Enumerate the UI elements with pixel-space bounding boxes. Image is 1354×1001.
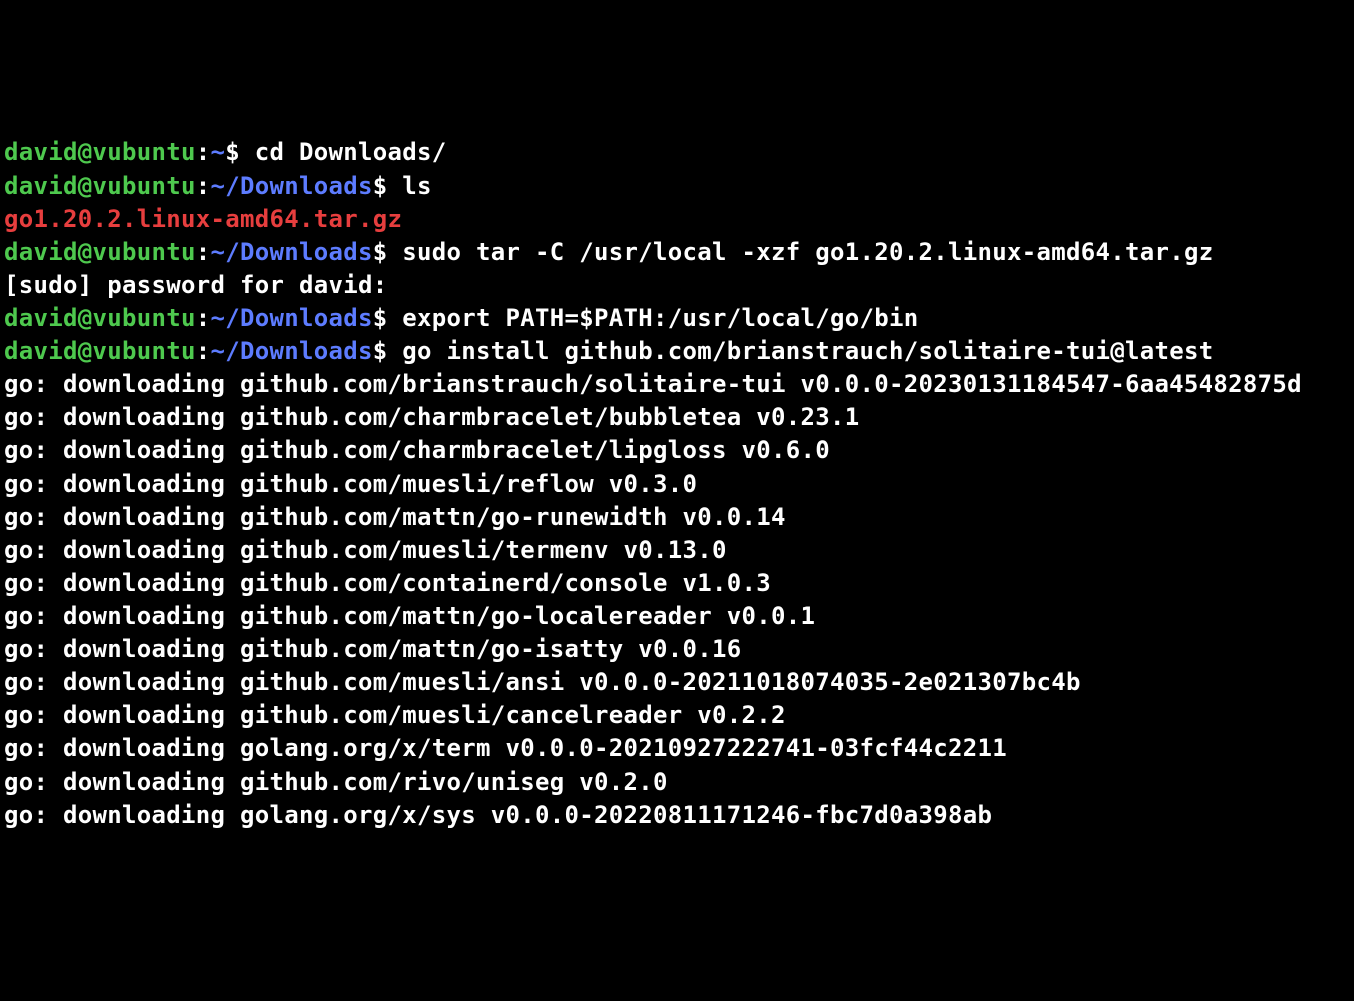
ls-output: go1.20.2.linux-amd64.tar.gz (4, 203, 1350, 236)
user-host: david@vubuntu (4, 337, 196, 365)
download-line: go: downloading golang.org/x/term v0.0.0… (4, 732, 1350, 765)
sudo-prompt: [sudo] password for david: (4, 269, 1350, 302)
user-host: david@vubuntu (4, 304, 196, 332)
path: ~/Downloads (211, 304, 373, 332)
download-line: go: downloading github.com/mattn/go-loca… (4, 600, 1350, 633)
download-line: go: downloading github.com/muesli/cancel… (4, 699, 1350, 732)
prompt-line-3: david@vubuntu:~/Downloads$ sudo tar -C /… (4, 236, 1350, 269)
prompt-line-1: david@vubuntu:~$ cd Downloads/ (4, 136, 1350, 169)
download-line: go: downloading golang.org/x/sys v0.0.0-… (4, 799, 1350, 832)
download-line: go: downloading github.com/charmbracelet… (4, 434, 1350, 467)
path: ~/Downloads (211, 337, 373, 365)
command: sudo tar -C /usr/local -xzf go1.20.2.lin… (402, 238, 1213, 266)
prompt-line-4: david@vubuntu:~/Downloads$ export PATH=$… (4, 302, 1350, 335)
download-line: go: downloading github.com/muesli/termen… (4, 534, 1350, 567)
path: ~/Downloads (211, 238, 373, 266)
prompt-line-2: david@vubuntu:~/Downloads$ ls (4, 170, 1350, 203)
user-host: david@vubuntu (4, 238, 196, 266)
command: export PATH=$PATH:/usr/local/go/bin (402, 304, 918, 332)
user-host: david@vubuntu (4, 172, 196, 200)
path: ~/Downloads (211, 172, 373, 200)
download-line: go: downloading github.com/charmbracelet… (4, 401, 1350, 434)
terminal-output[interactable]: david@vubuntu:~$ cd Downloads/david@vubu… (4, 136, 1350, 831)
download-line: go: downloading github.com/muesli/reflow… (4, 468, 1350, 501)
prompt-line-5: david@vubuntu:~/Downloads$ go install gi… (4, 335, 1350, 368)
command: cd Downloads/ (255, 138, 447, 166)
download-line: go: downloading github.com/rivo/uniseg v… (4, 766, 1350, 799)
path: ~ (211, 138, 226, 166)
download-line: go: downloading github.com/containerd/co… (4, 567, 1350, 600)
user-host: david@vubuntu (4, 138, 196, 166)
download-line: go: downloading github.com/brianstrauch/… (4, 368, 1350, 401)
command: ls (402, 172, 432, 200)
download-line: go: downloading github.com/mattn/go-isat… (4, 633, 1350, 666)
command: go install github.com/brianstrauch/solit… (402, 337, 1213, 365)
download-line: go: downloading github.com/muesli/ansi v… (4, 666, 1350, 699)
download-line: go: downloading github.com/mattn/go-rune… (4, 501, 1350, 534)
